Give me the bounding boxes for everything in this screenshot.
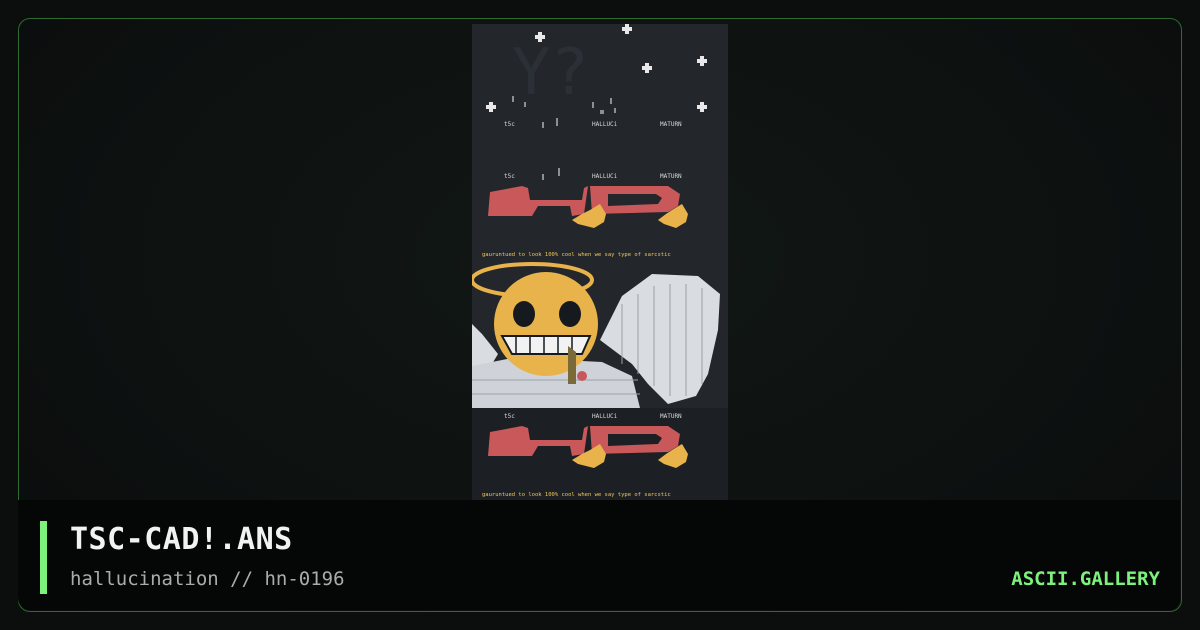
grin: [500, 335, 592, 355]
cigarette-tip: [577, 371, 587, 381]
ansi-artwork-svg: Y? t5c HALLUCi MATURN t5c HALLUCi MATURN…: [472, 24, 728, 500]
artwork-label: MATURN: [660, 413, 682, 420]
artwork-label: HALLUCi: [592, 413, 618, 420]
artwork-tagline: gauruntued to look 100% cool when we say…: [482, 492, 671, 498]
artwork-label: t5c: [504, 413, 515, 420]
art-subtitle: hallucination // hn-0196: [70, 568, 345, 590]
cigarette: [568, 346, 576, 384]
artwork-label: t5c: [504, 121, 515, 128]
artwork-label-row-top: t5c HALLUCi MATURN: [504, 121, 682, 128]
artwork-label: MATURN: [660, 173, 682, 180]
left-eye: [513, 301, 535, 327]
right-eye: [559, 301, 581, 327]
smiley-face: [494, 272, 598, 376]
ansi-artwork-image: Y? t5c HALLUCi MATURN t5c HALLUCi MATURN…: [472, 24, 728, 500]
artwork-tagline: gauruntued to look 100% cool when we say…: [482, 252, 671, 258]
red-logo-upper: [488, 186, 680, 216]
artwork-label: HALLUCi: [592, 121, 618, 128]
background-glyphs: Y?: [512, 36, 589, 110]
art-title: TSC-CAD!.ANS: [70, 522, 293, 557]
artwork-label: MATURN: [660, 121, 682, 128]
accent-bar: [40, 521, 47, 594]
site-brand: ASCII.GALLERY: [1011, 568, 1160, 590]
artwork-label: HALLUCi: [592, 173, 618, 180]
artwork-label-row-mid: t5c HALLUCi MATURN: [504, 173, 682, 180]
artwork-label: t5c: [504, 173, 515, 180]
caption-bar: TSC-CAD!.ANS hallucination // hn-0196 AS…: [18, 500, 1180, 610]
